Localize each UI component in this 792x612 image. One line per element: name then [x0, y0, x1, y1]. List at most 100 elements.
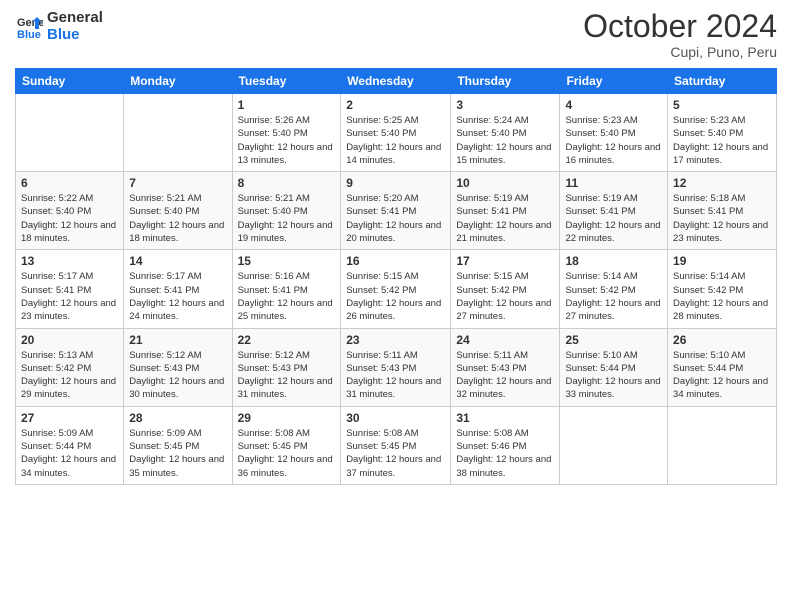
title-block: October 2024 Cupi, Puno, Peru: [583, 10, 777, 60]
day-info: Sunrise: 5:11 AMSunset: 5:43 PMDaylight:…: [456, 349, 554, 402]
day-info: Sunrise: 5:08 AMSunset: 5:45 PMDaylight:…: [346, 427, 445, 480]
location-subtitle: Cupi, Puno, Peru: [583, 44, 777, 60]
svg-text:General: General: [17, 17, 43, 29]
day-number: 25: [565, 333, 662, 347]
day-number: 12: [673, 176, 771, 190]
page: General Blue General Blue October 2024 C…: [0, 0, 792, 612]
day-number: 28: [129, 411, 226, 425]
day-info: Sunrise: 5:08 AMSunset: 5:45 PMDaylight:…: [238, 427, 336, 480]
header: General Blue General Blue October 2024 C…: [15, 10, 777, 60]
day-info: Sunrise: 5:26 AMSunset: 5:40 PMDaylight:…: [238, 114, 336, 167]
day-number: 1: [238, 98, 336, 112]
day-number: 20: [21, 333, 118, 347]
day-info: Sunrise: 5:13 AMSunset: 5:42 PMDaylight:…: [21, 349, 118, 402]
day-number: 11: [565, 176, 662, 190]
day-info: Sunrise: 5:10 AMSunset: 5:44 PMDaylight:…: [673, 349, 771, 402]
calendar-cell: 26 Sunrise: 5:10 AMSunset: 5:44 PMDayligh…: [668, 328, 777, 406]
calendar-cell: [668, 406, 777, 484]
logo-line1: General: [47, 10, 103, 27]
day-number: 14: [129, 254, 226, 268]
day-number: 19: [673, 254, 771, 268]
day-info: Sunrise: 5:16 AMSunset: 5:41 PMDaylight:…: [238, 270, 336, 323]
logo-icon: General Blue: [15, 13, 43, 41]
day-number: 3: [456, 98, 554, 112]
day-info: Sunrise: 5:19 AMSunset: 5:41 PMDaylight:…: [565, 192, 662, 245]
day-info: Sunrise: 5:18 AMSunset: 5:41 PMDaylight:…: [673, 192, 771, 245]
calendar-cell: 19 Sunrise: 5:14 AMSunset: 5:42 PMDayligh…: [668, 250, 777, 328]
day-info: Sunrise: 5:21 AMSunset: 5:40 PMDaylight:…: [129, 192, 226, 245]
day-info: Sunrise: 5:23 AMSunset: 5:40 PMDaylight:…: [673, 114, 771, 167]
calendar-cell: 4Sunrise: 5:23 AMSunset: 5:40 PMDaylight…: [560, 94, 668, 172]
day-info: Sunrise: 5:20 AMSunset: 5:41 PMDaylight:…: [346, 192, 445, 245]
day-header-wednesday: Wednesday: [341, 69, 451, 94]
calendar-cell: 31Sunrise: 5:08 AMSunset: 5:46 PMDayligh…: [451, 406, 560, 484]
day-info: Sunrise: 5:22 AMSunset: 5:40 PMDaylight:…: [21, 192, 118, 245]
day-number: 21: [129, 333, 226, 347]
day-number: 18: [565, 254, 662, 268]
calendar-cell: 10Sunrise: 5:19 AMSunset: 5:41 PMDayligh…: [451, 172, 560, 250]
calendar-cell: 11 Sunrise: 5:19 AMSunset: 5:41 PMDayligh…: [560, 172, 668, 250]
day-number: 22: [238, 333, 336, 347]
day-info: Sunrise: 5:10 AMSunset: 5:44 PMDaylight:…: [565, 349, 662, 402]
day-info: Sunrise: 5:09 AMSunset: 5:44 PMDaylight:…: [21, 427, 118, 480]
svg-text:Blue: Blue: [17, 29, 41, 41]
calendar-week-row: 6 Sunrise: 5:22 AMSunset: 5:40 PMDaylight…: [16, 172, 777, 250]
calendar-week-row: 1 Sunrise: 5:26 AMSunset: 5:40 PMDaylight…: [16, 94, 777, 172]
month-title: October 2024: [583, 10, 777, 42]
day-number: 13: [21, 254, 118, 268]
calendar-cell: 16Sunrise: 5:15 AMSunset: 5:42 PMDayligh…: [341, 250, 451, 328]
calendar-cell: 29 Sunrise: 5:08 AMSunset: 5:45 PMDayligh…: [232, 406, 341, 484]
day-header-monday: Monday: [124, 69, 232, 94]
calendar-cell: 15 Sunrise: 5:16 AMSunset: 5:41 PMDayligh…: [232, 250, 341, 328]
day-number: 5: [673, 98, 771, 112]
calendar-cell: 1 Sunrise: 5:26 AMSunset: 5:40 PMDaylight…: [232, 94, 341, 172]
calendar-cell: 23 Sunrise: 5:11 AMSunset: 5:43 PMDayligh…: [341, 328, 451, 406]
day-info: Sunrise: 5:17 AMSunset: 5:41 PMDaylight:…: [129, 270, 226, 323]
calendar-cell: 8Sunrise: 5:21 AMSunset: 5:40 PMDaylight…: [232, 172, 341, 250]
calendar-table: SundayMondayTuesdayWednesdayThursdayFrid…: [15, 68, 777, 485]
calendar-cell: 28 Sunrise: 5:09 AMSunset: 5:45 PMDayligh…: [124, 406, 232, 484]
day-number: 6: [21, 176, 118, 190]
calendar-cell: 6 Sunrise: 5:22 AMSunset: 5:40 PMDaylight…: [16, 172, 124, 250]
calendar-cell: 30Sunrise: 5:08 AMSunset: 5:45 PMDayligh…: [341, 406, 451, 484]
calendar-cell: 18 Sunrise: 5:14 AMSunset: 5:42 PMDayligh…: [560, 250, 668, 328]
day-info: Sunrise: 5:14 AMSunset: 5:42 PMDaylight:…: [565, 270, 662, 323]
day-info: Sunrise: 5:15 AMSunset: 5:42 PMDaylight:…: [456, 270, 554, 323]
logo: General Blue General Blue: [15, 10, 103, 43]
day-number: 26: [673, 333, 771, 347]
calendar-cell: 20 Sunrise: 5:13 AMSunset: 5:42 PMDayligh…: [16, 328, 124, 406]
day-number: 8: [238, 176, 336, 190]
day-number: 23: [346, 333, 445, 347]
day-number: 7: [129, 176, 226, 190]
calendar-cell: 17Sunrise: 5:15 AMSunset: 5:42 PMDayligh…: [451, 250, 560, 328]
day-number: 10: [456, 176, 554, 190]
day-header-thursday: Thursday: [451, 69, 560, 94]
logo-line2: Blue: [47, 27, 103, 44]
day-header-saturday: Saturday: [668, 69, 777, 94]
calendar-cell: 27Sunrise: 5:09 AMSunset: 5:44 PMDayligh…: [16, 406, 124, 484]
calendar-cell: [560, 406, 668, 484]
calendar-cell: 3Sunrise: 5:24 AMSunset: 5:40 PMDaylight…: [451, 94, 560, 172]
calendar-cell: [124, 94, 232, 172]
day-number: 24: [456, 333, 554, 347]
day-info: Sunrise: 5:11 AMSunset: 5:43 PMDaylight:…: [346, 349, 445, 402]
calendar-cell: 22 Sunrise: 5:12 AMSunset: 5:43 PMDayligh…: [232, 328, 341, 406]
day-number: 4: [565, 98, 662, 112]
calendar-cell: 13 Sunrise: 5:17 AMSunset: 5:41 PMDayligh…: [16, 250, 124, 328]
day-info: Sunrise: 5:15 AMSunset: 5:42 PMDaylight:…: [346, 270, 445, 323]
day-number: 2: [346, 98, 445, 112]
day-number: 29: [238, 411, 336, 425]
calendar-cell: [16, 94, 124, 172]
day-number: 15: [238, 254, 336, 268]
calendar-cell: 21 Sunrise: 5:12 AMSunset: 5:43 PMDayligh…: [124, 328, 232, 406]
calendar-cell: 25 Sunrise: 5:10 AMSunset: 5:44 PMDayligh…: [560, 328, 668, 406]
day-info: Sunrise: 5:17 AMSunset: 5:41 PMDaylight:…: [21, 270, 118, 323]
day-info: Sunrise: 5:14 AMSunset: 5:42 PMDaylight:…: [673, 270, 771, 323]
calendar-cell: 7 Sunrise: 5:21 AMSunset: 5:40 PMDaylight…: [124, 172, 232, 250]
day-number: 9: [346, 176, 445, 190]
day-info: Sunrise: 5:09 AMSunset: 5:45 PMDaylight:…: [129, 427, 226, 480]
day-info: Sunrise: 5:12 AMSunset: 5:43 PMDaylight:…: [238, 349, 336, 402]
calendar-week-row: 27Sunrise: 5:09 AMSunset: 5:44 PMDayligh…: [16, 406, 777, 484]
calendar-week-row: 13 Sunrise: 5:17 AMSunset: 5:41 PMDayligh…: [16, 250, 777, 328]
day-info: Sunrise: 5:12 AMSunset: 5:43 PMDaylight:…: [129, 349, 226, 402]
